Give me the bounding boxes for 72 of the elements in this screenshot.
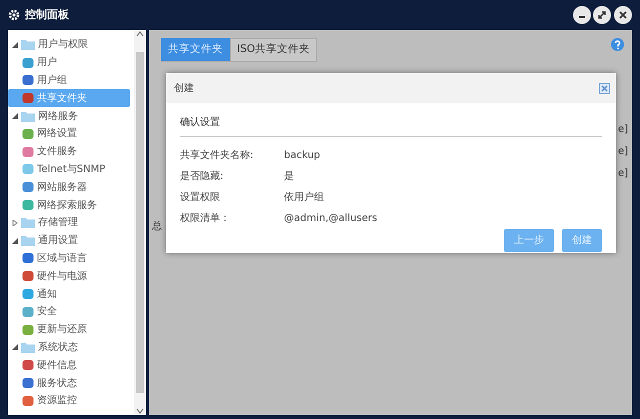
item-icon <box>22 324 34 336</box>
folder-icon <box>21 342 35 353</box>
item-icon <box>22 252 34 264</box>
tree-item[interactable]: 安全 <box>8 302 130 321</box>
item-icon <box>22 377 34 390</box>
field-value: 是 <box>284 170 294 184</box>
item-icon <box>22 199 34 212</box>
tree-item[interactable]: 资源监控 <box>8 392 130 410</box>
field-value: backup <box>284 149 320 163</box>
field-label: 设置权限 <box>180 190 221 205</box>
tree-group[interactable]: 用户与权限 <box>8 36 134 54</box>
close-button[interactable] <box>614 6 632 24</box>
expanded-caret-icon[interactable] <box>12 238 18 244</box>
gear-icon <box>8 9 20 21</box>
tree-item[interactable]: 硬件信息 <box>8 356 130 374</box>
tree-item[interactable]: 更新与还原 <box>8 320 130 339</box>
tree-group[interactable]: 通用设置 <box>8 232 134 250</box>
item-icon <box>22 74 34 86</box>
maximize-button[interactable] <box>593 6 612 24</box>
tree-item[interactable]: 网络设置 <box>8 124 130 143</box>
tree-group[interactable]: 网络服务 <box>8 107 134 125</box>
field-label: 是否隐藏: <box>180 170 224 184</box>
folder-icon <box>21 235 35 246</box>
field-value: @admin,@allusers <box>284 212 378 226</box>
scroll-up-icon[interactable] <box>136 30 144 38</box>
section-heading: 确认设置 <box>180 115 602 137</box>
maximize-icon <box>597 10 608 20</box>
close-icon[interactable] <box>599 82 610 94</box>
expanded-caret-icon[interactable] <box>12 42 18 48</box>
item-icon <box>22 56 34 69</box>
window-title: 控制面板 <box>25 6 69 23</box>
close-icon <box>618 10 628 20</box>
item-icon <box>22 359 34 372</box>
field-label: 权限清单： <box>180 212 231 226</box>
field-value: 依用户组 <box>284 190 324 205</box>
item-icon <box>22 306 34 318</box>
item-icon <box>22 92 34 104</box>
tree-item[interactable]: 服务状态 <box>8 374 130 392</box>
dialog-title: 创建 <box>174 82 194 96</box>
table-cell-text: e] <box>618 145 628 159</box>
item-icon <box>22 288 34 300</box>
folder-icon <box>21 39 35 50</box>
scroll-down-icon[interactable] <box>136 407 144 415</box>
item-icon <box>22 163 34 176</box>
item-icon <box>22 394 34 407</box>
table-cell-text: e] <box>618 123 628 137</box>
folder-icon <box>21 217 35 228</box>
item-icon <box>22 181 34 194</box>
tab[interactable]: ISO共享文件夹 <box>230 38 318 61</box>
tree-item[interactable]: 区域与语言 <box>8 250 130 268</box>
item-icon <box>22 146 34 158</box>
item-icon <box>22 270 34 282</box>
tree-item[interactable]: 通知 <box>8 285 130 303</box>
item-icon <box>22 128 34 140</box>
tree-item[interactable]: Telnet与SNMP <box>8 160 130 178</box>
tree-group[interactable]: 系统状态 <box>8 338 134 356</box>
minimize-button[interactable] <box>572 6 590 24</box>
collapsed-caret-icon[interactable] <box>12 220 18 226</box>
expanded-caret-icon[interactable] <box>12 113 18 120</box>
tree-item[interactable]: 网络探索服务 <box>8 196 130 214</box>
tree-item[interactable]: 文件服务 <box>8 142 130 161</box>
folder-icon <box>21 110 35 122</box>
tree-item[interactable]: 硬件与电源 <box>8 267 130 286</box>
table-cell-text: e] <box>618 167 628 181</box>
tree-group[interactable]: 存储管理 <box>8 214 134 232</box>
tree-item[interactable]: 网站服务器 <box>8 178 130 196</box>
tree-item[interactable]: 用户组 <box>8 72 130 90</box>
expanded-caret-icon[interactable] <box>12 344 18 350</box>
tree-item[interactable]: 用户 <box>8 54 130 72</box>
footer-text: 总 <box>152 220 162 234</box>
help-icon[interactable] <box>611 38 624 51</box>
field-label: 共享文件夹名称: <box>180 148 254 163</box>
